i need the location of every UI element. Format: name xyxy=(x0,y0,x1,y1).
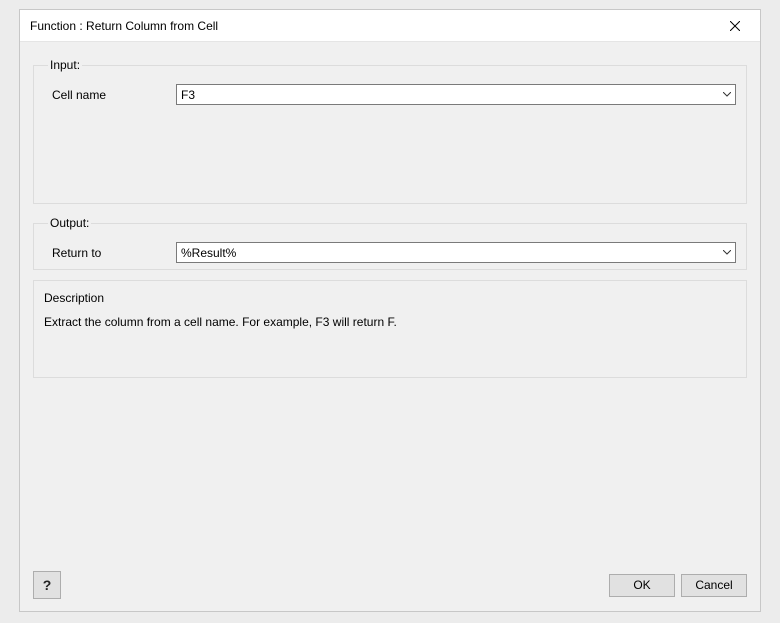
output-group: Output: Return to xyxy=(33,216,747,270)
close-icon xyxy=(730,21,740,31)
cancel-button[interactable]: Cancel xyxy=(681,574,747,597)
help-icon: ? xyxy=(43,577,52,593)
cell-name-combobox[interactable] xyxy=(176,84,736,105)
output-legend: Output: xyxy=(48,216,91,230)
return-to-dropdown-arrow[interactable] xyxy=(718,243,735,262)
cancel-button-label: Cancel xyxy=(695,578,732,592)
description-text: Extract the column from a cell name. For… xyxy=(44,315,736,329)
chevron-down-icon xyxy=(723,92,731,97)
return-to-combobox[interactable] xyxy=(176,242,736,263)
titlebar: Function : Return Column from Cell xyxy=(20,10,760,42)
cell-name-dropdown-arrow[interactable] xyxy=(718,85,735,104)
close-button[interactable] xyxy=(720,14,750,38)
cell-name-row: Cell name xyxy=(44,84,736,105)
right-button-group: OK Cancel xyxy=(609,574,747,597)
return-to-label: Return to xyxy=(44,246,176,260)
ok-button[interactable]: OK xyxy=(609,574,675,597)
chevron-down-icon xyxy=(723,250,731,255)
ok-button-label: OK xyxy=(633,578,650,592)
input-group: Input: Cell name xyxy=(33,58,747,204)
help-button[interactable]: ? xyxy=(33,571,61,599)
return-to-input[interactable] xyxy=(177,243,718,262)
cell-name-label: Cell name xyxy=(44,88,176,102)
dialog-title: Function : Return Column from Cell xyxy=(30,19,218,33)
return-to-row: Return to xyxy=(44,242,736,263)
description-legend: Description xyxy=(44,291,736,315)
input-legend: Input: xyxy=(48,58,82,72)
button-row: ? OK Cancel xyxy=(33,571,747,599)
cell-name-input[interactable] xyxy=(177,85,718,104)
description-group: Description Extract the column from a ce… xyxy=(33,280,747,378)
dialog-body: Input: Cell name Output: Return to xyxy=(20,42,760,611)
function-dialog: Function : Return Column from Cell Input… xyxy=(19,9,761,612)
